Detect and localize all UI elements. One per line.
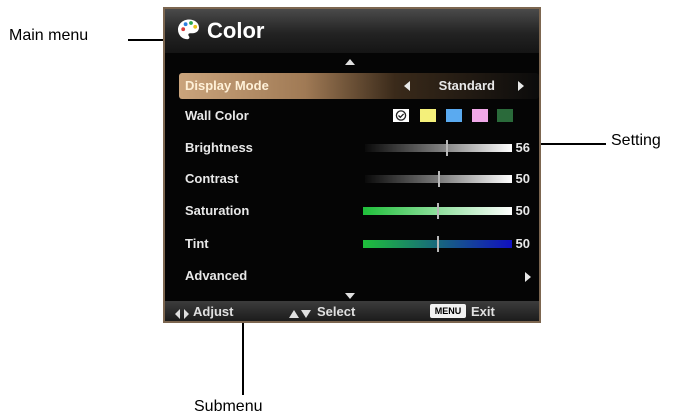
menu-row-brightness[interactable]: Brightness 56 (179, 135, 539, 161)
contrast-slider-marker[interactable] (438, 171, 440, 187)
left-right-arrows-icon (175, 306, 189, 324)
wall-color-label: Wall Color (185, 108, 249, 123)
main-menu-callout: Main menu (9, 27, 89, 44)
brightness-label: Brightness (185, 140, 253, 155)
tint-value: 50 (515, 236, 530, 251)
submenu-callout: Submenu (194, 398, 263, 415)
up-down-arrows-icon (289, 306, 311, 324)
menu-row-saturation[interactable]: Saturation 50 (179, 198, 539, 224)
advanced-submenu-arrow-icon[interactable] (525, 272, 531, 282)
palette-icon (177, 18, 201, 47)
wall-color-pink-swatch[interactable] (472, 109, 488, 122)
wall-color-yellow-swatch[interactable] (420, 109, 436, 122)
wall-color-blue-swatch[interactable] (446, 109, 462, 122)
saturation-value: 50 (515, 203, 530, 218)
menu-row-contrast[interactable]: Contrast 50 (179, 166, 539, 192)
adjust-hint: Adjust (193, 304, 234, 319)
select-hint: Select (317, 304, 356, 319)
display-mode-label: Display Mode (185, 78, 269, 93)
display-mode-value: Standard (438, 78, 495, 93)
saturation-slider-marker[interactable] (437, 203, 439, 219)
menu-row-advanced[interactable]: Advanced (179, 263, 539, 289)
brightness-slider[interactable] (365, 140, 512, 156)
brightness-value: 56 (515, 140, 530, 155)
menu-key-badge: MENU (430, 304, 466, 318)
scroll-up-arrow-icon[interactable] (345, 59, 355, 65)
osd-menu: Color Display Mode Standard Wall Color B… (163, 7, 541, 323)
check-circle-icon (395, 110, 407, 121)
wall-color-none-swatch[interactable] (393, 109, 409, 122)
menu-row-wall-color[interactable]: Wall Color (179, 103, 539, 129)
setting-callout: Setting (611, 132, 661, 149)
display-mode-left-arrow-icon[interactable] (404, 81, 410, 91)
tint-slider-marker[interactable] (437, 236, 439, 252)
wall-color-green-swatch[interactable] (497, 109, 513, 122)
status-bar: Adjust Select MENU Exit (165, 301, 539, 321)
brightness-slider-marker[interactable] (446, 140, 448, 156)
contrast-value: 50 (515, 171, 530, 186)
advanced-label: Advanced (185, 268, 248, 283)
menu-title: Color (207, 18, 265, 43)
menu-row-tint[interactable]: Tint 50 (179, 231, 539, 257)
contrast-slider[interactable] (365, 171, 512, 187)
saturation-slider[interactable] (363, 203, 512, 219)
tint-slider[interactable] (363, 236, 512, 252)
contrast-label: Contrast (185, 171, 239, 186)
tint-label: Tint (185, 236, 209, 251)
menu-row-display-mode[interactable]: Display Mode Standard (179, 73, 539, 99)
exit-hint: Exit (471, 304, 495, 319)
scroll-down-arrow-icon[interactable] (345, 293, 355, 299)
title-bar: Color (165, 9, 539, 53)
saturation-label: Saturation (185, 203, 250, 218)
display-mode-right-arrow-icon[interactable] (518, 81, 524, 91)
